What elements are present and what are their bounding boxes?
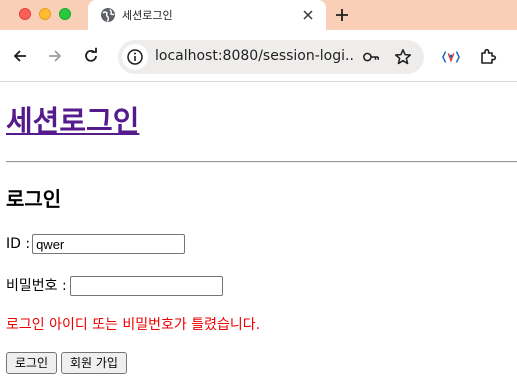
- page-title-link[interactable]: 세션로그인: [6, 98, 139, 140]
- password-key-icon[interactable]: [362, 48, 380, 66]
- new-tab-icon[interactable]: [334, 7, 350, 23]
- login-heading: 로그인: [6, 187, 62, 211]
- window-zoom-button[interactable]: [59, 8, 71, 20]
- active-tab[interactable]: 세션로그인: [88, 0, 326, 30]
- address-bar[interactable]: localhost:8080/session-logi...: [118, 40, 424, 74]
- url-text[interactable]: localhost:8080/session-logi...: [155, 48, 355, 64]
- page-content: 세션로그인 로그인 ID : 비밀번호 : 로그인 아이디 또는 비밀번호가 틀…: [0, 82, 517, 392]
- window-close-button[interactable]: [19, 8, 31, 20]
- login-button[interactable]: 로그인: [6, 352, 57, 374]
- error-message: 로그인 아이디 또는 비밀번호가 틀렸습니다.: [6, 317, 261, 333]
- id-row: ID :: [6, 234, 186, 254]
- password-input[interactable]: [69, 276, 223, 296]
- forward-arrow-icon[interactable]: [46, 47, 64, 65]
- id-label: ID :: [6, 236, 31, 252]
- browser-toolbar: localhost:8080/session-logi...: [0, 30, 517, 82]
- close-tab-icon[interactable]: [302, 9, 314, 21]
- back-arrow-icon[interactable]: [11, 47, 29, 65]
- tab-strip: 세션로그인: [0, 0, 517, 30]
- puzzle-extensions-icon[interactable]: [479, 47, 497, 65]
- globe-icon: [101, 8, 115, 23]
- id-input[interactable]: [32, 234, 186, 254]
- password-label: 비밀번호 :: [6, 278, 67, 294]
- window-minimize-button[interactable]: [39, 8, 51, 20]
- site-info-button[interactable]: [122, 44, 148, 70]
- tab-title: 세션로그인: [122, 9, 173, 22]
- reload-icon[interactable]: [82, 47, 100, 65]
- password-row: 비밀번호 :: [6, 275, 223, 296]
- info-icon: [127, 49, 143, 65]
- bookmark-star-icon[interactable]: [394, 48, 412, 66]
- signup-button[interactable]: 회원 가입: [61, 352, 127, 374]
- horizontal-rule: [6, 161, 517, 163]
- extension-icon[interactable]: [442, 48, 460, 66]
